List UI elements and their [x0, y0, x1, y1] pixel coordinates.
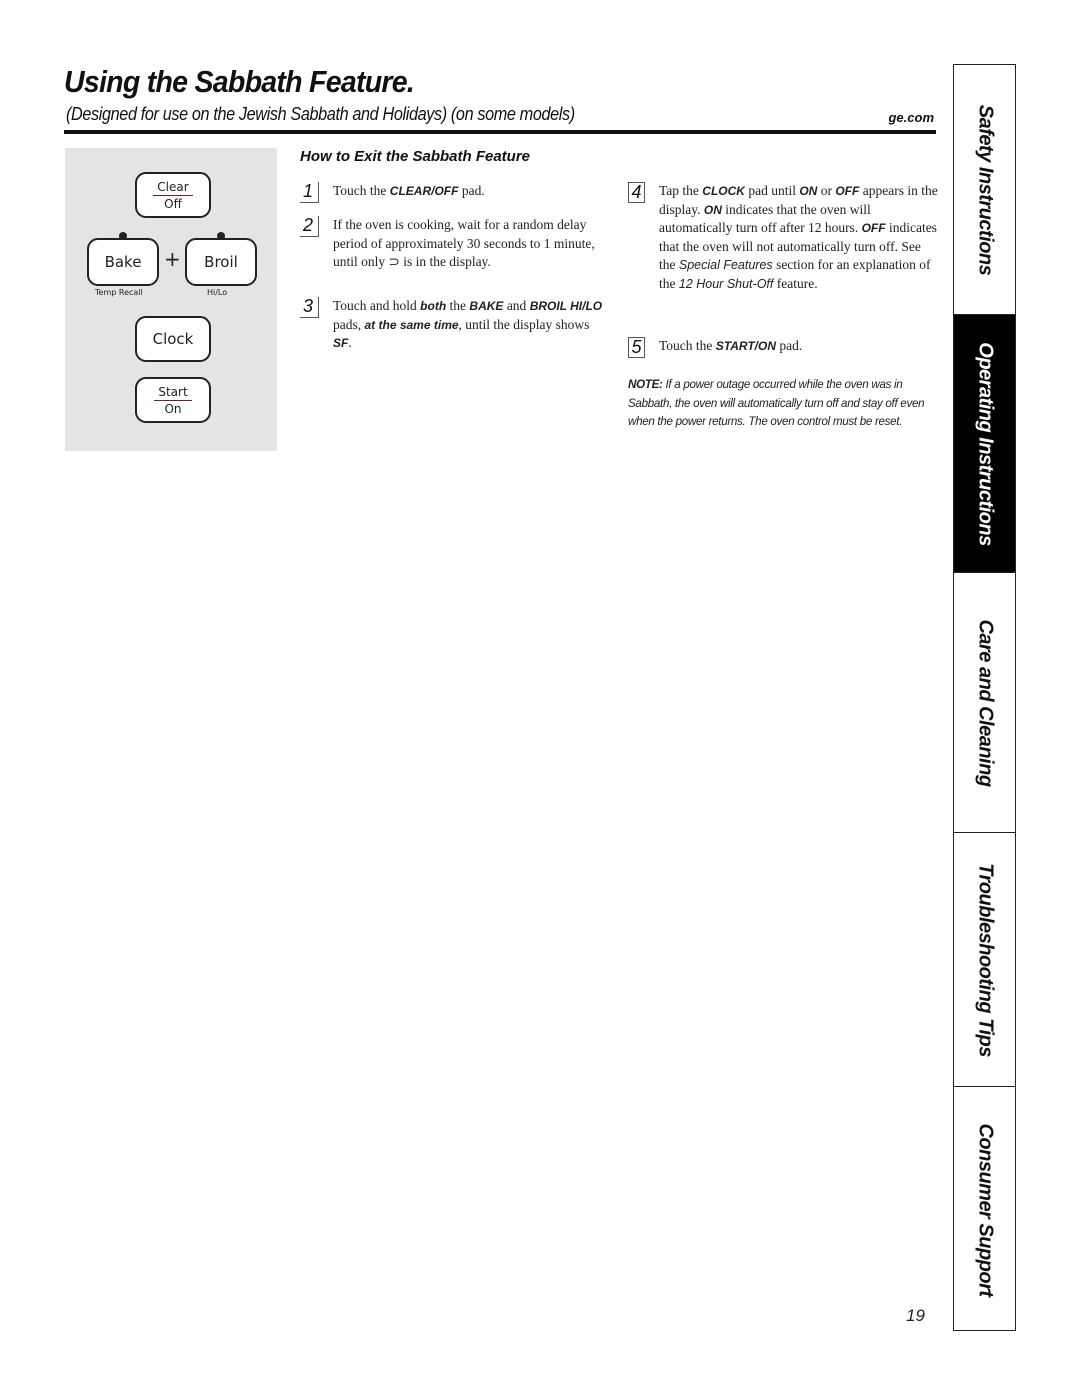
broil-pad-label: Broil [204, 253, 238, 271]
section-heading: How to Exit the Sabbath Feature [300, 148, 531, 165]
referenced-term: Special Features [678, 258, 773, 272]
page-number: 19 [906, 1306, 925, 1325]
tab-label: Troubleshooting Tips [974, 862, 996, 1057]
tab-safety-instructions[interactable]: Safety Instructions [954, 65, 1015, 315]
step-text-run: Touch the [659, 338, 716, 353]
note-text: If a power outage occurred while the ove… [628, 378, 925, 428]
clock-pad-label: Clock [152, 330, 194, 348]
clear-off-pad[interactable]: Clear Off [135, 172, 211, 218]
step-text-run: and [503, 298, 530, 313]
step-number: 3 [300, 297, 319, 318]
step-text-run: pad. [458, 183, 485, 198]
bake-pad-label: Bake [104, 253, 142, 271]
step-text: Touch the CLEAR/OFF pad. [333, 182, 485, 203]
step-text-run: If the oven is cooking, wait for a rando… [333, 217, 595, 269]
tab-label: Consumer Support [974, 1122, 996, 1297]
tab-care-and-cleaning[interactable]: Care and Cleaning [954, 573, 1015, 833]
step-text-run: pad. [776, 338, 803, 353]
step-number: 1 [300, 182, 319, 203]
broil-sublabel: Hi/Lo [207, 288, 228, 297]
step-text-run: pad until [744, 183, 800, 198]
emphasized-term: OFF [835, 184, 860, 198]
tab-operating-instructions[interactable]: Operating Instructions [954, 315, 1015, 573]
step-text-run: Touch and hold [333, 298, 421, 313]
step-text: Touch and hold both the BAKE and BROIL H… [333, 297, 610, 353]
emphasized-term: at the same time [364, 317, 459, 332]
tab-label: Care and Cleaning [974, 618, 996, 787]
emphasized-term: START/ON [715, 339, 777, 353]
tab-troubleshooting-tips[interactable]: Troubleshooting Tips [954, 833, 1015, 1087]
emphasized-term: CLOCK [702, 184, 745, 198]
emphasized-term: both [420, 299, 447, 313]
step-text-run: . [348, 335, 352, 350]
control-panel-illustration: Clear Off Bake + Broil Temp Recall Hi/Lo… [65, 148, 277, 451]
emphasized-term: ON [703, 202, 722, 217]
step-text-run: feature. [773, 275, 818, 291]
site-link[interactable]: ge.com [888, 110, 934, 125]
header-divider [64, 130, 936, 134]
bake-sublabel: Temp Recall [95, 288, 143, 297]
instruction-step: 1 Touch the CLEAR/OFF pad. [300, 182, 610, 203]
clear-pad-top-label: Clear [153, 180, 193, 196]
step-text-run: or [817, 183, 836, 198]
start-pad-top-label: Start [154, 385, 192, 401]
emphasized-term: BAKE [469, 299, 504, 313]
step-number: 5 [628, 337, 645, 358]
tab-label: Operating Instructions [974, 341, 996, 546]
step-number: 2 [300, 216, 319, 237]
step-text: If the oven is cooking, wait for a rando… [333, 216, 610, 272]
start-on-pad[interactable]: Start On [135, 377, 211, 423]
tab-label: Safety Instructions [974, 104, 996, 275]
broil-pad[interactable]: Broil [185, 238, 257, 286]
step-text-run: Touch the [333, 183, 390, 198]
step-text: Tap the CLOCK pad until ON or OFF appear… [659, 182, 938, 293]
tab-consumer-support[interactable]: Consumer Support [954, 1087, 1015, 1332]
note: NOTE: If a power outage occurred while t… [628, 376, 938, 432]
step-text-run: the [446, 298, 470, 313]
instruction-step: 4 Tap the CLOCK pad until ON or OFF appe… [628, 182, 938, 293]
step-number: 4 [628, 182, 645, 203]
page-subtitle: (Designed for use on the Jewish Sabbath … [66, 104, 575, 124]
page-title: Using the Sabbath Feature. [64, 64, 415, 99]
plus-icon: + [164, 247, 181, 271]
start-pad-bottom-label: On [164, 401, 182, 416]
step-text-run: pads, [333, 316, 365, 332]
instruction-step: 2 If the oven is cooking, wait for a ran… [300, 216, 610, 272]
emphasized-term: OFF [861, 221, 886, 235]
emphasized-term: BROIL HI/LO [529, 299, 603, 313]
emphasized-term: ON [799, 184, 818, 198]
step-text: Touch the START/ON pad. [659, 337, 802, 358]
referenced-term: 12 Hour Shut-Off [678, 276, 774, 291]
step-text-run: , until the display shows [458, 316, 590, 332]
clock-pad[interactable]: Clock [135, 316, 211, 362]
step-text-run: Tap the [659, 183, 703, 198]
emphasized-term: SF [333, 336, 349, 350]
instruction-step: 5 Touch the START/ON pad. [628, 337, 938, 358]
clear-pad-bottom-label: Off [164, 196, 182, 211]
emphasized-term: CLEAR/OFF [389, 184, 459, 198]
section-tabs: Safety Instructions Operating Instructio… [953, 64, 1016, 1331]
note-label: NOTE: [628, 378, 663, 391]
bake-pad[interactable]: Bake [87, 238, 159, 286]
instruction-step: 3 Touch and hold both the BAKE and BROIL… [300, 297, 610, 353]
